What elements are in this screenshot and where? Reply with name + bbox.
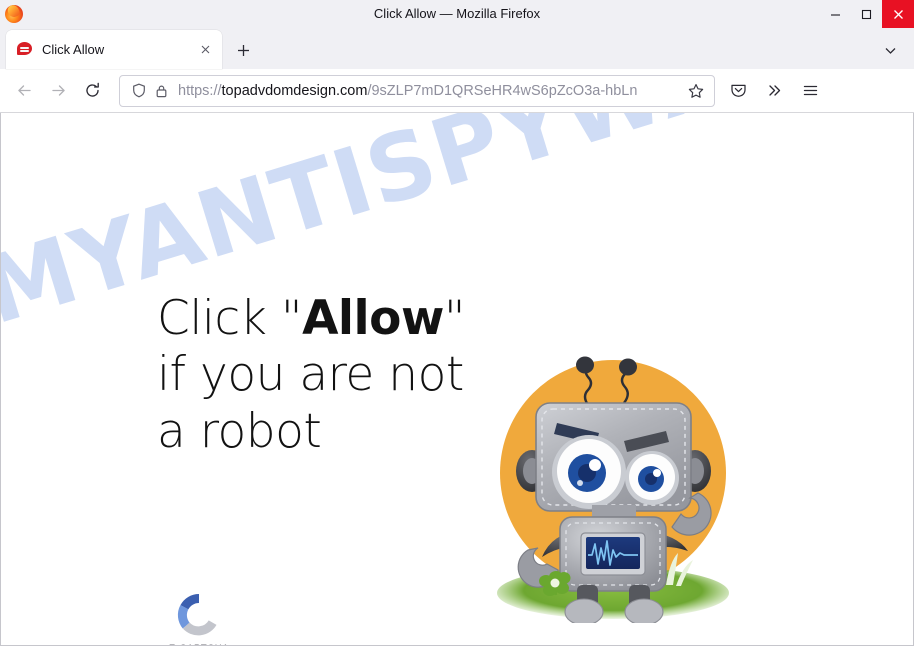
e-captcha-badge: E-CAPTCHA xyxy=(161,593,237,645)
pocket-icon[interactable] xyxy=(721,75,755,107)
maximize-button[interactable] xyxy=(851,0,882,28)
new-tab-button[interactable] xyxy=(228,35,258,65)
overflow-menu-button[interactable] xyxy=(757,75,791,107)
robot-left-foot xyxy=(564,598,604,626)
tab-title: Click Allow xyxy=(42,42,105,57)
hamburger-menu-button[interactable] xyxy=(793,75,827,107)
forward-button[interactable] xyxy=(41,75,75,107)
reload-button[interactable] xyxy=(75,75,109,107)
back-button[interactable] xyxy=(7,75,41,107)
star-icon[interactable] xyxy=(684,79,708,103)
url-host: topadvdomdesign.com xyxy=(221,82,368,99)
tab-close-icon[interactable] xyxy=(196,41,214,59)
headline-part-1: Click " xyxy=(157,291,303,346)
url-path: /9sZLP7mD1QRSeHR4wS6pZcO3a-hbLn xyxy=(367,82,638,99)
navigation-toolbar: https://topadvdomdesign.com/9sZLP7mD1QRS… xyxy=(0,69,914,113)
robot-right-foot xyxy=(624,598,664,626)
minimize-button[interactable] xyxy=(820,0,851,28)
toolbar-right-actions xyxy=(721,75,827,107)
window-controls xyxy=(820,0,914,28)
tab-strip: Click Allow xyxy=(0,28,914,69)
window-titlebar: Click Allow — Mozilla Firefox xyxy=(0,0,914,28)
e-captcha-c-ring-icon xyxy=(177,593,221,637)
close-button[interactable] xyxy=(882,0,914,28)
tab-favicon-icon xyxy=(17,41,33,58)
padlock-icon[interactable] xyxy=(152,82,170,100)
address-bar-text[interactable]: https://topadvdomdesign.com/9sZLP7mD1QRS… xyxy=(178,83,684,99)
page-content: Click "Allow" if you are not a robot E-C… xyxy=(1,113,913,645)
headline-bold-allow: Allow xyxy=(302,291,444,346)
list-all-tabs-button[interactable] xyxy=(876,36,904,64)
url-scheme: https:// xyxy=(178,82,222,99)
cartoon-robot-illustration xyxy=(484,345,742,626)
page-headline: Click "Allow" if you are not a robot xyxy=(157,291,487,460)
shield-icon[interactable] xyxy=(130,82,148,100)
firefox-logo-icon xyxy=(5,5,23,23)
address-bar[interactable]: https://topadvdomdesign.com/9sZLP7mD1QRS… xyxy=(119,74,715,107)
browser-tab[interactable]: Click Allow xyxy=(6,30,222,69)
page-viewport: MYANTISPYWARE.COM Click "Allow" if you a… xyxy=(0,113,914,646)
window-title: Click Allow — Mozilla Firefox xyxy=(373,6,541,21)
